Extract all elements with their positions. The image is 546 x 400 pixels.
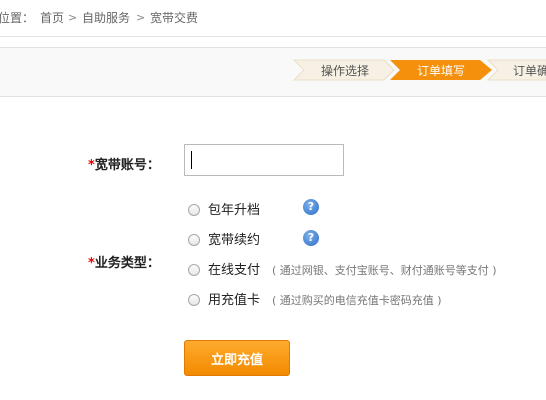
step-operation-select: 操作选择 [321, 64, 370, 78]
breadcrumb-home-link[interactable]: 首页 [40, 0, 64, 36]
option-recharge-card-label: 用充值卡 [208, 293, 261, 308]
radio-recharge-card[interactable] [188, 294, 200, 306]
option-recharge-card-note: ( 通过购买的电信充值卡密码充值 ) [272, 294, 442, 307]
account-label-text: 宽带账号： [94, 158, 160, 173]
breadcrumb-current: 宽带交费 [150, 11, 199, 25]
step-progress: 操作选择 订单填写 订单确 [0, 47, 546, 97]
radio-annual-upgrade[interactable] [188, 204, 200, 216]
business-type-label: *业务类型： [88, 252, 160, 271]
breadcrumb-self-service-link[interactable]: 自助服务 [82, 0, 130, 36]
option-online-payment-label: 在线支付 [208, 263, 261, 278]
page: 位置： 首页 > 自助服务 > 宽带交费 操作选择 订单填写 订单确 *宽带账号… [0, 0, 546, 400]
option-online-payment-note: ( 通过网银、支付宝账号、财付通账号等支付 ) [272, 264, 497, 277]
breadcrumb-prefix: 位置： [0, 11, 35, 25]
required-mark: * [88, 158, 95, 173]
required-mark: * [88, 256, 95, 271]
text-cursor [191, 151, 192, 169]
option-annual-upgrade-label: 包年升档 [208, 203, 261, 218]
recharge-now-button[interactable]: 立即充值 [184, 340, 290, 376]
breadcrumb: 位置： 首页 > 自助服务 > 宽带交费 [0, 0, 546, 37]
question-circle-icon[interactable]: ? [303, 199, 319, 215]
business-type-label-text: 业务类型： [94, 256, 160, 271]
chevron-right-icon: > [68, 11, 78, 24]
account-label: *宽带账号： [88, 154, 160, 173]
radio-broadband-renewal[interactable] [188, 234, 200, 246]
option-broadband-renewal-label: 宽带续约 [208, 233, 261, 248]
chevron-right-icon: > [136, 11, 146, 24]
step-order-fill: 订单填写 [417, 64, 466, 78]
broadband-account-input[interactable] [184, 144, 344, 176]
question-circle-icon[interactable]: ? [303, 230, 319, 246]
radio-online-payment[interactable] [188, 264, 200, 276]
step-order-confirm: 订单确 [513, 64, 546, 78]
